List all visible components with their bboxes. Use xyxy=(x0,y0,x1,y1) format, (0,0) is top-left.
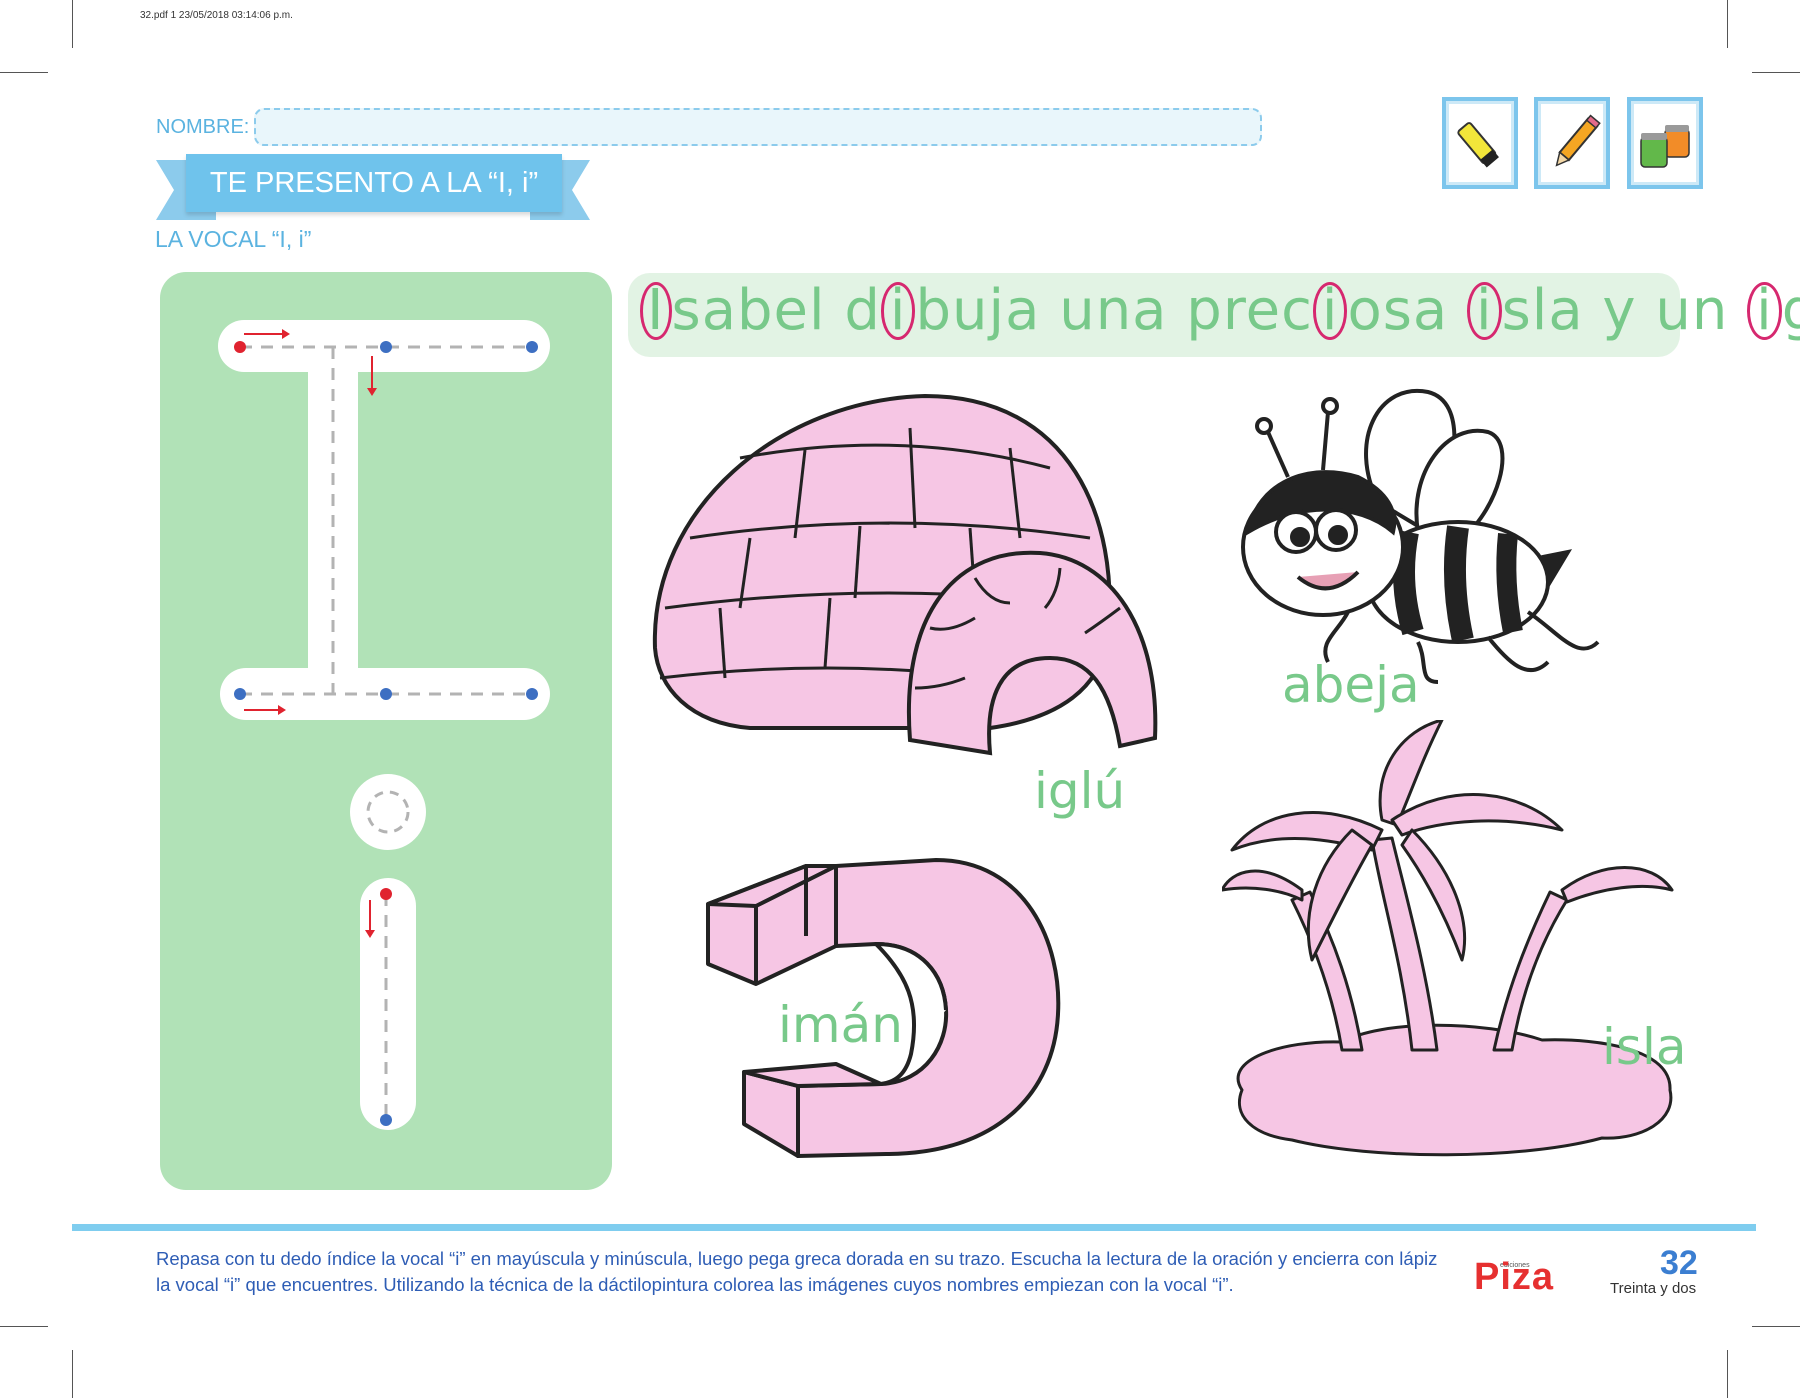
name-label: NOMBRE: xyxy=(156,116,250,138)
page-number: 32 xyxy=(1660,1244,1698,1282)
crop-mark xyxy=(1727,1350,1728,1398)
word-iglu: iglú xyxy=(1034,762,1126,820)
letter-i-circled[interactable]: i xyxy=(1312,282,1348,340)
letter-i-circled[interactable]: i xyxy=(880,282,916,340)
igloo-illustration xyxy=(652,393,1158,756)
tracing-panel xyxy=(160,272,612,1190)
page-title: TE PRESENTO A LA “I, i” xyxy=(186,154,562,212)
crop-mark xyxy=(1752,1326,1800,1327)
print-info: 32.pdf 1 23/05/2018 03:14:06 p.m. xyxy=(140,10,293,21)
crop-mark xyxy=(0,72,48,73)
tool-card-glue xyxy=(1442,97,1518,189)
word-abeja: abeja xyxy=(1282,656,1420,714)
word-isla: isla xyxy=(1602,1018,1687,1076)
letter-i-circled[interactable]: i xyxy=(1747,282,1782,340)
footer-divider xyxy=(72,1224,1756,1231)
page-subtitle: LA VOCAL “I, i” xyxy=(155,226,312,252)
crop-mark xyxy=(72,1350,73,1398)
letter-i-circled[interactable]: I xyxy=(640,282,672,340)
sentence-text: osa xyxy=(1347,278,1468,343)
pencil-icon xyxy=(1555,114,1601,167)
sentence-text: sla y un xyxy=(1501,278,1748,343)
crop-mark xyxy=(0,1326,48,1327)
sentence-text: glú. xyxy=(1782,278,1800,343)
crop-mark xyxy=(1727,0,1728,48)
word-iman: imán xyxy=(778,996,903,1054)
island-illustration xyxy=(1222,720,1674,1157)
sentence-text: buja una prec xyxy=(915,278,1313,343)
sentence-text: sabel d xyxy=(671,278,881,343)
letter-i-circled[interactable]: i xyxy=(1467,282,1502,340)
bee-illustration xyxy=(1241,388,1600,684)
name-field[interactable] xyxy=(254,108,1262,146)
sentence: Isabel dibuja una preciosa isla y un igl… xyxy=(640,278,1800,343)
publisher-logo: Piza xyxy=(1474,1256,1555,1298)
glue-stick-icon xyxy=(1457,122,1499,168)
letter-i-tracing xyxy=(218,320,550,1130)
paint-jars-icon xyxy=(1640,125,1690,168)
crop-mark xyxy=(72,0,73,48)
instructions: Repasa con tu dedo índice la vocal “i” e… xyxy=(156,1248,1438,1295)
crop-mark xyxy=(1752,72,1800,73)
page-number-words: Treinta y dos xyxy=(1610,1280,1697,1297)
tool-card-paint xyxy=(1627,97,1703,189)
tool-card-pencil xyxy=(1534,97,1610,189)
